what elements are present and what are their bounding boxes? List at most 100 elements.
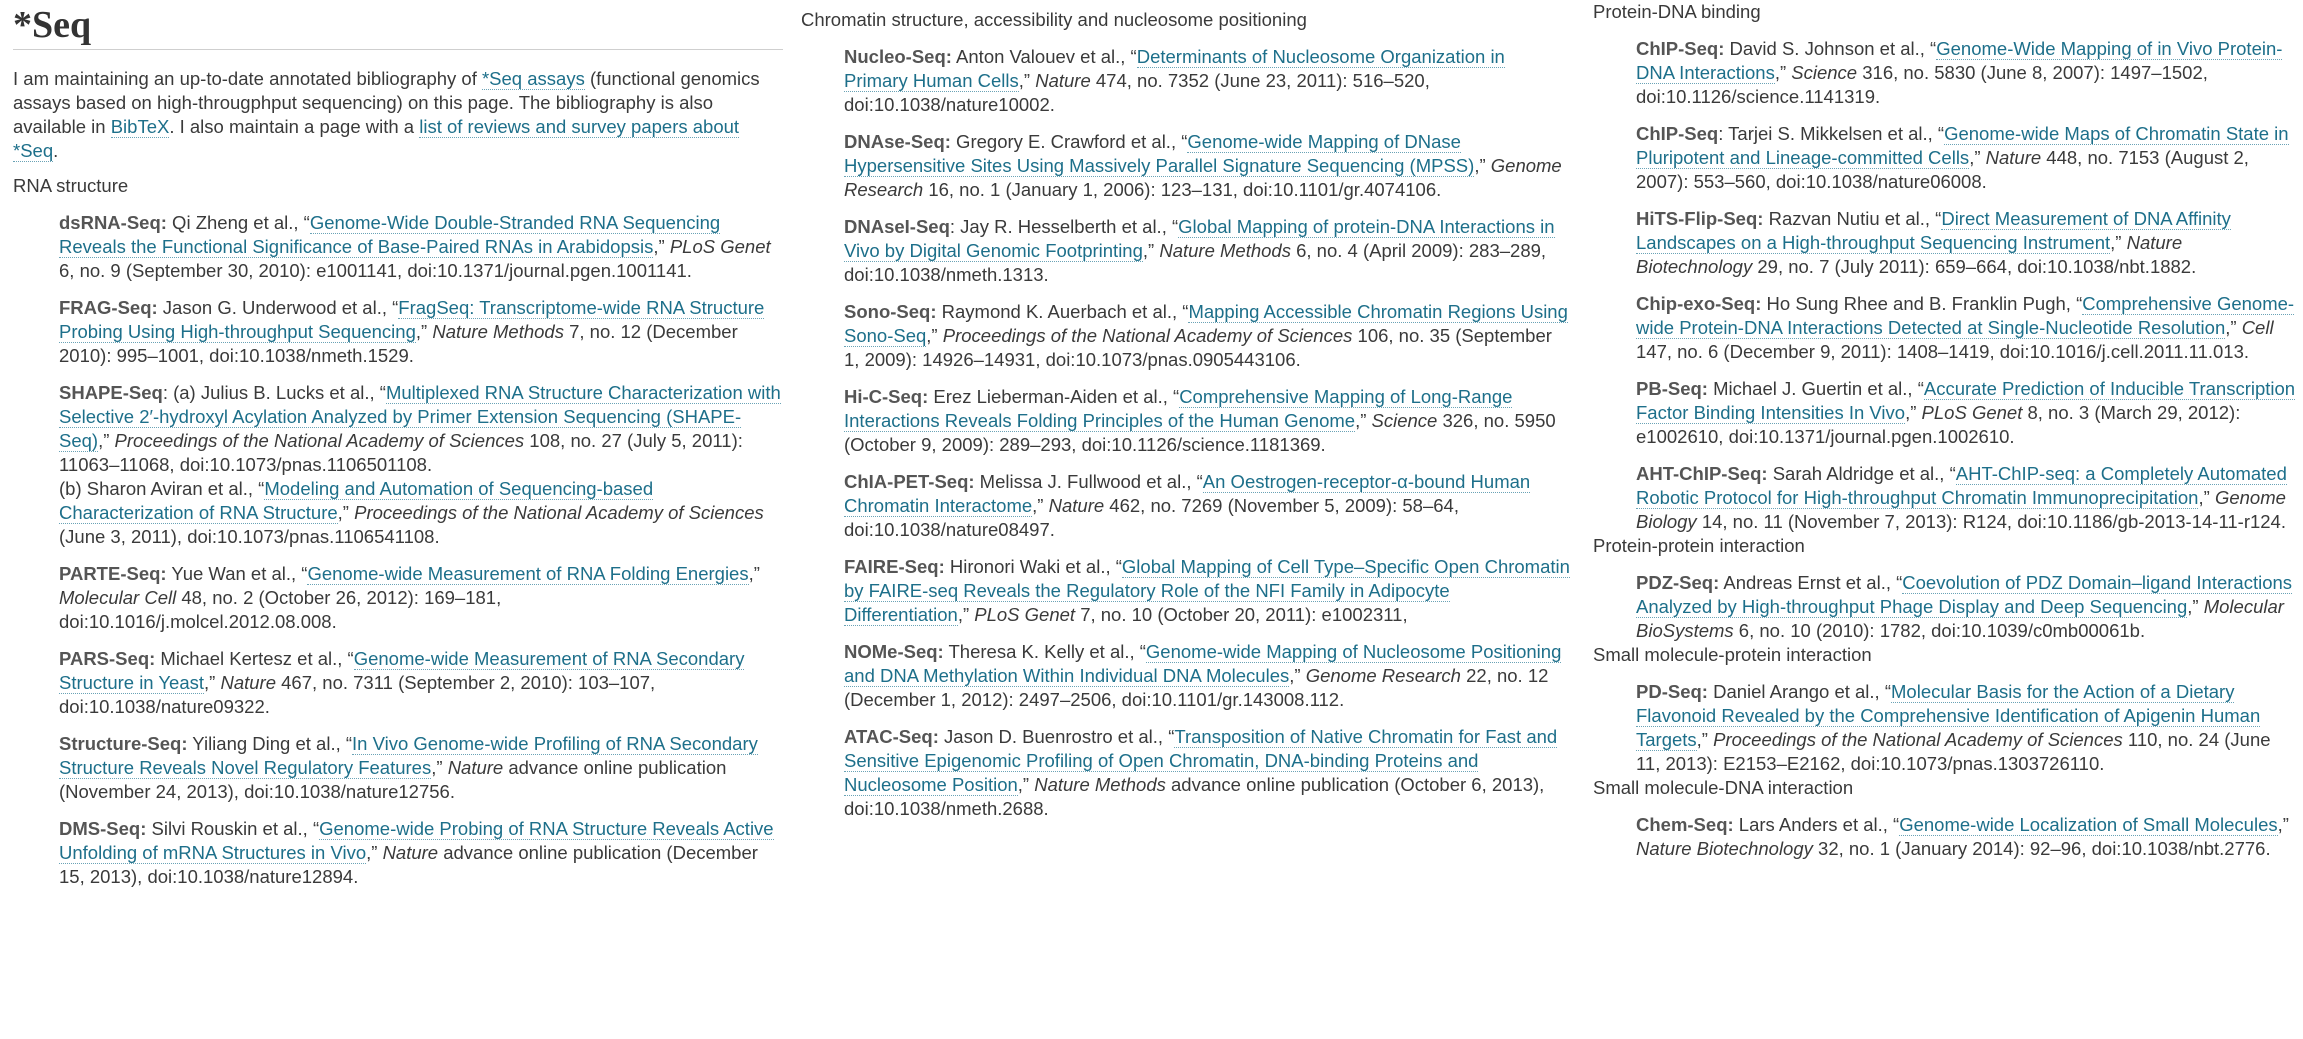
citation-punct: ,”: [653, 236, 670, 257]
citation-punct: ,”: [415, 321, 433, 342]
citation-authors: Yue Wan et al., “: [166, 563, 308, 584]
assay-name: dsRNA-Seq:: [59, 212, 167, 233]
column-middle: Chromatin structure, accessibility and n…: [801, 0, 1571, 821]
bibliography-entry: HiTS-Flip-Seq: Razvan Nutiu et al., “Dir…: [1636, 207, 2298, 279]
citation-authors: : Jay R. Hesselberth et al., “: [949, 216, 1179, 237]
bibliography-entry: Hi-C-Seq: Erez Lieberman-Aiden et al., “…: [844, 385, 1571, 457]
entry-text: PB-Seq: Michael J. Guertin et al., “Accu…: [1636, 377, 2298, 449]
citation-authors: Daniel Arango et al., “: [1707, 681, 1892, 702]
journal-name: Nature Biotechnology: [1636, 838, 1813, 859]
citation-punct: ,”: [366, 842, 383, 863]
citation-authors: David S. Johnson et al., “: [1724, 38, 1937, 59]
journal-name: Molecular Cell: [59, 587, 177, 608]
intro-text: I am maintaining an up-to-date annotated…: [13, 68, 482, 89]
bibliography-entry: DNAseI-Seq: Jay R. Hesselberth et al., “…: [844, 215, 1571, 287]
citation-authors: Yiliang Ding et al., “: [187, 733, 353, 754]
citation-authors: Michael J. Guertin et al., “: [1707, 378, 1924, 399]
citation-authors: Jason G. Underwood et al., “: [157, 297, 399, 318]
journal-name: Science: [1791, 62, 1858, 83]
citation-punct: ,”: [1142, 240, 1160, 261]
entry-text: DNAse-Seq: Gregory E. Crawford et al., “…: [844, 130, 1571, 202]
entry-text: Sono-Seq: Raymond K. Auerbach et al., “M…: [844, 300, 1571, 372]
assay-name: Structure-Seq:: [59, 733, 188, 754]
citation-authors: Silvi Rouskin et al., “: [146, 818, 320, 839]
entry-subcitation: (b) Sharon Aviran et al., “Modeling and …: [59, 477, 783, 549]
section-heading: Protein-DNA binding: [1593, 1, 1761, 22]
bibliography-entry: PARTE-Seq: Yue Wan et al., “Genome-wide …: [59, 562, 783, 634]
entry-text: NOMe-Seq: Theresa K. Kelly et al., “ Geno…: [844, 640, 1571, 712]
column-left: *Seq I am maintaining an up-to-date anno…: [13, 0, 783, 889]
assay-name: HiTS-Flip-Seq:: [1636, 208, 1764, 229]
citation-authors: Qi Zheng et al., “: [166, 212, 310, 233]
bibliography-entry: PD-Seq: Daniel Arango et al., “Molecular…: [1636, 680, 2298, 776]
paper-title-link[interactable]: Genome-wide Localization of Small Molecu…: [1899, 814, 2278, 836]
citation-authors: Lars Anders et al., “: [1733, 814, 1900, 835]
citation-details: 16, no. 1 (January 1, 2006): 123–131, do…: [923, 179, 1442, 200]
citation-punct: ,”: [1696, 729, 1714, 750]
citation-punct: ,”: [431, 757, 448, 778]
entry-text: Hi-C-Seq: Erez Lieberman-Aiden et al., “…: [844, 385, 1571, 457]
journal-name: Nature Methods: [1034, 774, 1166, 795]
citation-details: 7, no. 10 (October 20, 2011): e1002311,: [1075, 604, 1408, 625]
citation-details: 147, no. 6 (December 9, 2011): 1408–1419…: [1636, 341, 2250, 362]
bibliography-entry: DNAse-Seq: Gregory E. Crawford et al., “…: [844, 130, 1571, 202]
assay-name: PARTE-Seq:: [59, 563, 167, 584]
entry-text: FRAG-Seq: Jason G. Underwood et al., “Fr…: [59, 296, 783, 368]
citation-details: 29, no. 7 (July 2011): 659–664, doi:10.1…: [1752, 256, 2197, 277]
entry-text: AHT-ChIP-Seq: Sarah Aldridge et al., “AH…: [1636, 462, 2298, 534]
bibliography-entry: ChIA-PET-Seq: Melissa J. Fullwood et al.…: [844, 470, 1571, 542]
assay-name: FAIRE-Seq:: [844, 556, 945, 577]
entry-text: PD-Seq: Daniel Arango et al., “Molecular…: [1636, 680, 2298, 776]
citation-punct: ,”: [926, 325, 943, 346]
assay-name: DMS-Seq:: [59, 818, 147, 839]
seq-assays-link[interactable]: *Seq assays: [481, 68, 585, 90]
bibliography-entry: ChIP-Seq: Tarjei S. Mikkelsen et al., “G…: [1636, 122, 2298, 194]
assay-name: DNAse-Seq:: [844, 131, 951, 152]
assay-name: ChIP-Seq:: [1636, 38, 1725, 59]
assay-name: ChIA-PET-Seq:: [844, 471, 975, 492]
assay-name: DNAseI-Seq: [844, 216, 950, 237]
citation-authors: Andreas Ernst et al., “: [1719, 572, 1903, 593]
citation-punct: ,”: [1017, 774, 1035, 795]
citation-punct: ,”: [1774, 62, 1792, 83]
citation-punct: ,”: [1032, 495, 1049, 516]
assay-name: PDZ-Seq:: [1636, 572, 1720, 593]
citation-punct: ,”: [1289, 665, 1306, 686]
journal-name: Nature Methods: [432, 321, 564, 342]
section-heading: Protein-protein interaction: [1593, 535, 1805, 556]
section-heading: Chromatin structure, accessibility and n…: [801, 9, 1307, 30]
citation-authors: Raymond K. Auerbach et al., “: [936, 301, 1189, 322]
section-heading: Small molecule-protein interaction: [1593, 644, 1872, 665]
bibliography-entry: FRAG-Seq: Jason G. Underwood et al., “Fr…: [59, 296, 783, 368]
bibliography-entry: NOMe-Seq: Theresa K. Kelly et al., “ Geno…: [844, 640, 1571, 712]
section-heading: RNA structure: [13, 175, 129, 196]
assay-name: ChIP-Seq: [1636, 123, 1719, 144]
bibliography-entry: ChIP-Seq: David S. Johnson et al., “Geno…: [1636, 37, 2298, 109]
paper-title-link[interactable]: Genome-wide Measurement of RNA Folding E…: [307, 563, 749, 585]
citation-punct: ,”: [748, 563, 760, 584]
journal-name: Nature: [220, 672, 276, 693]
assay-name: Hi-C-Seq:: [844, 386, 929, 407]
citation-authors: Michael Kertesz et al., “: [155, 648, 354, 669]
journal-name: Nature Methods: [1159, 240, 1291, 261]
citation-punct: ,”: [204, 672, 221, 693]
assay-name: PB-Seq:: [1636, 378, 1708, 399]
citation-punct: ,”: [2198, 487, 2215, 508]
bibliography-entry: ATAC-Seq: Jason D. Buenrostro et al., “T…: [844, 725, 1571, 821]
assay-name: Nucleo-Seq:: [844, 46, 952, 67]
journal-name: Proceedings of the National Academy of S…: [1713, 729, 2123, 750]
bibliography-entry: PDZ-Seq: Andreas Ernst et al., “Coevolut…: [1636, 571, 2298, 643]
entry-text: ChIP-Seq: David S. Johnson et al., “Geno…: [1636, 37, 2298, 109]
bibliography-entry: Sono-Seq: Raymond K. Auerbach et al., “M…: [844, 300, 1571, 372]
entry-text: DNAseI-Seq: Jay R. Hesselberth et al., “…: [844, 215, 1571, 287]
citation-authors: Erez Lieberman-Aiden et al., “: [928, 386, 1180, 407]
bibliography-entry: Structure-Seq: Yiliang Ding et al., “In …: [59, 732, 783, 804]
journal-name: Nature: [1035, 70, 1091, 91]
citation-punct: ,”: [2277, 814, 2289, 835]
bibtex-link[interactable]: BibTeX: [110, 116, 170, 138]
citation-authors: Melissa J. Fullwood et al., “: [974, 471, 1203, 492]
journal-name: Nature: [447, 757, 504, 778]
assay-name: SHAPE-Seq: [59, 382, 163, 403]
citation-authors: Gregory E. Crawford et al., “: [950, 131, 1188, 152]
bibliography-entry: PARS-Seq: Michael Kertesz et al., “Genom…: [59, 647, 783, 719]
